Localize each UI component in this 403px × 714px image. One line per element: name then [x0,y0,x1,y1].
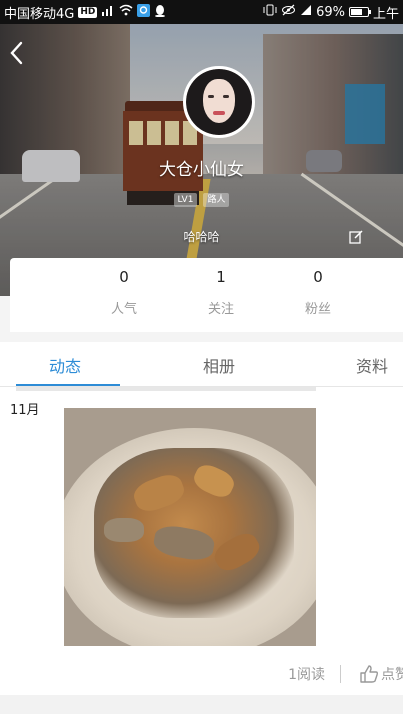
stat-value: 0 [119,268,129,286]
status-bar: 中国移动4G HD 69% 上午 [0,0,403,24]
eye-off-icon [281,4,296,20]
stat-label: 关注 [207,302,234,317]
post-photo[interactable] [64,408,316,646]
profile-bio: 哈哈哈 [183,230,220,244]
level-badge: LV1 [173,193,198,207]
signal-bars-icon [300,4,312,20]
photo-food-piece [104,518,144,542]
stat-label: 人气 [110,302,137,317]
status-bar-right: 69% 上午 [263,3,399,22]
qq-icon [154,4,166,21]
active-tab-indicator [16,384,120,386]
previous-post-fragment [16,387,316,391]
list-divider [0,695,403,714]
avatar[interactable] [183,66,255,138]
read-count: 1阅读 [288,667,325,683]
tab-profile-info[interactable]: 资料 [356,353,388,377]
thumbs-up-icon[interactable] [359,664,379,684]
status-bar-left: 中国移动4G HD [4,3,166,22]
vibrate-icon [263,4,277,20]
profile-tabs: 动态 相册 资料 [0,342,403,387]
chevron-left-icon[interactable] [6,40,28,66]
clock-text: 上午 [372,6,399,22]
hd-badge: HD [78,6,98,18]
stat-following[interactable]: 1 关注 [191,268,251,317]
battery-icon [348,7,371,17]
feed-list: 11月 1阅读 点赞 [0,387,403,714]
stat-value: 1 [216,268,226,286]
stats-card: 0 人气 1 关注 0 粉丝 [10,258,403,332]
edit-icon[interactable] [349,229,363,244]
signal-icon [101,4,115,20]
divider [340,665,341,683]
profile-badges: LV1 路人 [0,193,403,207]
like-label[interactable]: 点赞 [381,664,403,684]
profile-username: 大仓小仙女 [159,160,244,180]
carrier-text: 中国移动4G [4,6,75,22]
wifi-icon [119,4,133,20]
stat-label: 粉丝 [304,302,331,317]
tab-album[interactable]: 相册 [203,353,235,377]
app-notification-icon [137,3,151,21]
stat-popularity[interactable]: 0 人气 [94,268,154,317]
stat-value: 0 [313,268,323,286]
post-month: 11月 [10,403,40,418]
post-footer: 1阅读 点赞 [0,662,403,686]
tab-feed[interactable]: 动态 [49,353,81,377]
stat-followers[interactable]: 0 粉丝 [288,268,348,317]
role-badge: 路人 [203,193,230,207]
battery-percent: 69% [316,4,345,20]
battery-fill [350,9,362,15]
